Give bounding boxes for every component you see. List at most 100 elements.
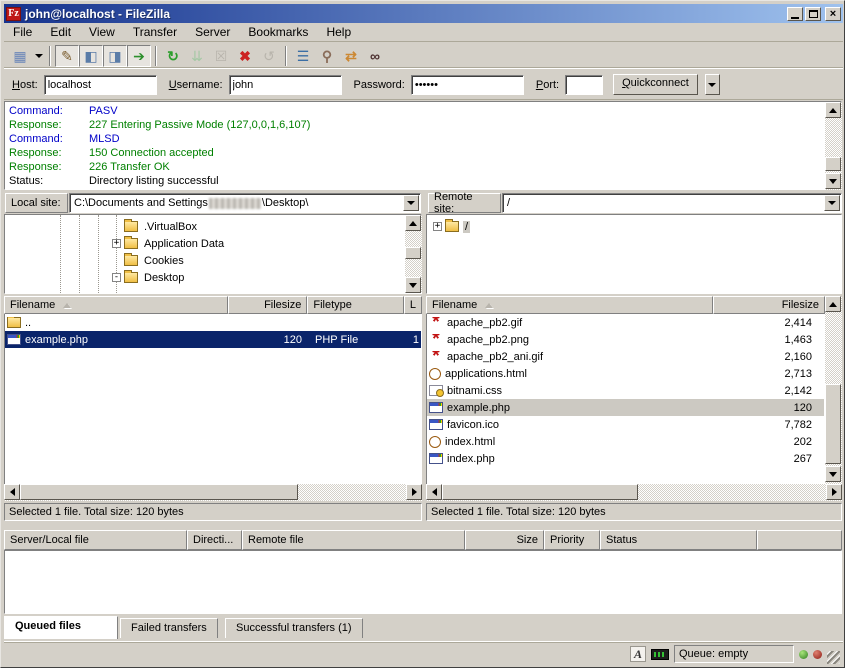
file-row[interactable]: apache_pb2.png 1,463 bbox=[427, 331, 824, 348]
column-header-status[interactable]: Status bbox=[600, 530, 757, 550]
scroll-up-button[interactable] bbox=[825, 296, 841, 312]
log-label: Response: bbox=[9, 146, 89, 160]
scroll-down-button[interactable] bbox=[825, 466, 841, 482]
file-row[interactable]: favicon.ico 7,782 bbox=[427, 416, 824, 433]
scroll-left-button[interactable] bbox=[426, 484, 442, 500]
expander-icon[interactable]: + bbox=[433, 222, 442, 231]
column-label: Filename bbox=[10, 299, 55, 311]
disconnect-button[interactable]: ✖ bbox=[233, 45, 257, 67]
queue-tabbar: Queued files Failed transfers Successful… bbox=[4, 615, 842, 639]
scroll-up-button[interactable] bbox=[405, 215, 421, 231]
column-header-size[interactable]: Size bbox=[465, 530, 544, 550]
tree-item-virtualbox[interactable]: .VirtualBox bbox=[5, 218, 421, 235]
reconnect-button[interactable]: ↺ bbox=[257, 45, 281, 67]
file-name: apache_pb2.gif bbox=[447, 317, 522, 329]
log-scrollbar[interactable] bbox=[825, 102, 842, 190]
scroll-left-button[interactable] bbox=[4, 484, 20, 500]
scroll-thumb[interactable] bbox=[405, 247, 421, 259]
remote-list-scrollbar[interactable] bbox=[825, 296, 842, 484]
menu-file[interactable]: File bbox=[4, 23, 41, 41]
html-file-icon bbox=[429, 368, 441, 380]
host-input[interactable] bbox=[44, 75, 157, 95]
menu-bookmarks[interactable]: Bookmarks bbox=[239, 23, 317, 41]
quickconnect-dropdown[interactable] bbox=[705, 74, 720, 95]
file-row[interactable]: apache_pb2.gif 2,414 bbox=[427, 314, 824, 331]
file-row[interactable]: apache_pb2_ani.gif 2,160 bbox=[427, 348, 824, 365]
menu-help[interactable]: Help bbox=[317, 23, 360, 41]
local-site-dropdown[interactable] bbox=[403, 195, 419, 211]
quickconnect-button[interactable]: Quickconnect bbox=[613, 74, 698, 95]
menu-edit[interactable]: Edit bbox=[41, 23, 80, 41]
scroll-right-button[interactable] bbox=[826, 484, 842, 500]
file-row[interactable]: index.php 267 bbox=[427, 450, 824, 467]
file-row-parent-dir[interactable]: .. bbox=[5, 314, 421, 331]
column-header-filename[interactable]: Filename bbox=[4, 296, 228, 314]
local-site-combo[interactable]: C:\Documents and Settings\Desktop\ bbox=[69, 193, 421, 213]
tree-item-root[interactable]: + / bbox=[427, 218, 841, 235]
tab-queued-files[interactable]: Queued files bbox=[4, 616, 118, 639]
filter-button[interactable]: ☰ bbox=[291, 45, 315, 67]
maximize-button[interactable] bbox=[805, 7, 821, 21]
column-header-direction[interactable]: Directi... bbox=[187, 530, 242, 550]
scroll-right-button[interactable] bbox=[406, 484, 422, 500]
expander-icon[interactable]: + bbox=[112, 239, 121, 248]
username-input[interactable] bbox=[229, 75, 342, 95]
site-manager-button[interactable]: ▦ bbox=[8, 45, 32, 67]
file-row[interactable]: bitnami.css 2,142 bbox=[427, 382, 824, 399]
scroll-thumb[interactable] bbox=[825, 157, 841, 171]
site-manager-dropdown[interactable] bbox=[32, 45, 45, 67]
column-header-filesize[interactable]: Filesize bbox=[713, 296, 825, 314]
scroll-thumb[interactable] bbox=[20, 484, 298, 500]
local-tree-scrollbar[interactable] bbox=[405, 215, 422, 293]
directory-comparison-button[interactable]: ⚲ bbox=[315, 45, 339, 67]
column-header-filesize[interactable]: Filesize bbox=[228, 296, 308, 314]
local-list-hscrollbar[interactable] bbox=[4, 484, 422, 501]
pane-splitter[interactable] bbox=[422, 193, 426, 521]
tree-item-desktop[interactable]: - Desktop bbox=[5, 269, 421, 286]
file-row[interactable]: index.html 202 bbox=[427, 433, 824, 450]
file-row-example-php[interactable]: example.php 120 bbox=[427, 399, 824, 416]
scroll-up-button[interactable] bbox=[825, 102, 841, 118]
file-size: 1,463 bbox=[714, 334, 824, 346]
scroll-down-button[interactable] bbox=[825, 173, 841, 189]
queue-list[interactable] bbox=[4, 550, 842, 614]
file-row-example-php[interactable]: example.php 120 PHP File 1 bbox=[5, 331, 421, 348]
menu-transfer[interactable]: Transfer bbox=[124, 23, 186, 41]
scroll-thumb[interactable] bbox=[442, 484, 638, 500]
toggle-local-tree-button[interactable]: ◧ bbox=[79, 45, 103, 67]
scroll-thumb[interactable] bbox=[825, 384, 841, 464]
tree-item-application-data[interactable]: + Application Data bbox=[5, 235, 421, 252]
column-header-last-modified[interactable]: L bbox=[404, 296, 422, 314]
sort-ascending-icon bbox=[63, 303, 71, 308]
toggle-transfer-queue-button[interactable]: ➔ bbox=[127, 45, 151, 67]
remote-site-dropdown[interactable] bbox=[824, 195, 840, 211]
minimize-button[interactable] bbox=[787, 7, 803, 21]
tab-successful-transfers[interactable]: Successful transfers (1) bbox=[225, 618, 363, 638]
remote-list-hscrollbar[interactable] bbox=[426, 484, 842, 501]
column-header-remote-file[interactable]: Remote file bbox=[242, 530, 465, 550]
process-queue-button[interactable]: ⇊ bbox=[185, 45, 209, 67]
column-header-priority[interactable]: Priority bbox=[544, 530, 600, 550]
column-header-filename[interactable]: Filename bbox=[426, 296, 713, 314]
column-header-server-local-file[interactable]: Server/Local file bbox=[4, 530, 187, 550]
menu-view[interactable]: View bbox=[80, 23, 124, 41]
expander-icon[interactable]: - bbox=[112, 273, 121, 282]
toggle-message-log-button[interactable]: ✎ bbox=[55, 45, 79, 67]
resize-grip[interactable] bbox=[827, 651, 840, 664]
menu-server[interactable]: Server bbox=[186, 23, 239, 41]
html-file-icon bbox=[429, 436, 441, 448]
synchronized-browsing-button[interactable]: ⇄ bbox=[339, 45, 363, 67]
close-button[interactable]: × bbox=[825, 7, 841, 21]
remote-site-combo[interactable]: / bbox=[502, 193, 842, 213]
password-input[interactable] bbox=[411, 75, 524, 95]
tab-failed-transfers[interactable]: Failed transfers bbox=[120, 618, 218, 638]
tree-item-cookies[interactable]: Cookies bbox=[5, 252, 421, 269]
scroll-down-button[interactable] bbox=[405, 277, 421, 293]
find-files-button[interactable]: ∞ bbox=[363, 45, 387, 67]
file-row[interactable]: applications.html 2,713 bbox=[427, 365, 824, 382]
refresh-button[interactable]: ↻ bbox=[161, 45, 185, 67]
cancel-button[interactable]: ☒ bbox=[209, 45, 233, 67]
column-header-filetype[interactable]: Filetype bbox=[307, 296, 404, 314]
port-input[interactable] bbox=[565, 75, 603, 95]
toggle-remote-tree-button[interactable]: ◨ bbox=[103, 45, 127, 67]
